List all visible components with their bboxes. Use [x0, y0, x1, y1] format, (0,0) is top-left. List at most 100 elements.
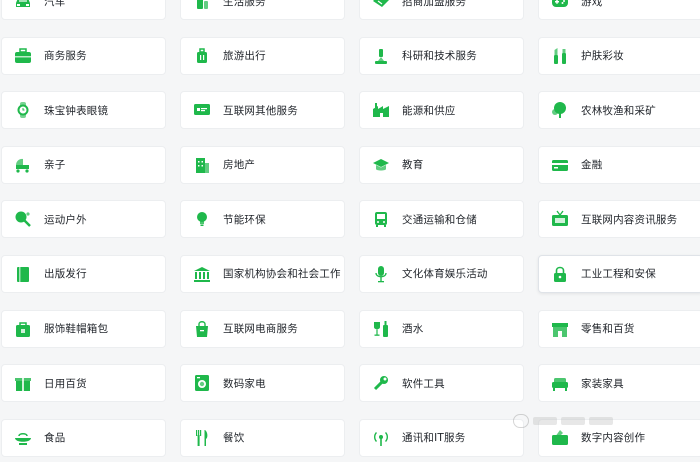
category-card-shopping-bag[interactable]: 互联网电商服务	[180, 309, 345, 348]
category-card-gamepad[interactable]: 游戏	[538, 0, 700, 20]
category-label: 生活服务	[223, 0, 266, 8]
category-label: 商务服务	[44, 50, 87, 63]
category-label: 国家机构协会和社会工作	[223, 268, 341, 281]
category-card-sofa[interactable]: 家装家具	[538, 364, 700, 403]
category-card-wrench[interactable]: 软件工具	[359, 364, 524, 403]
graduation-cap-icon	[372, 156, 390, 174]
category-card-lightbulb[interactable]: 节能环保	[180, 200, 345, 239]
category-card-lock[interactable]: 工业工程和安保	[538, 254, 700, 293]
category-label: 数字内容创作	[581, 432, 646, 445]
gift-icon	[14, 374, 32, 392]
category-card-store[interactable]: 零售和百货	[538, 309, 700, 348]
category-label: 互联网内容资讯服务	[581, 213, 678, 226]
food-bowl-icon	[14, 429, 32, 447]
factory-icon	[372, 101, 390, 119]
category-label: 科研和技术服务	[402, 50, 477, 63]
watch-icon	[14, 101, 32, 119]
monitor-icon	[193, 101, 211, 119]
category-card-washing-machine[interactable]: 数码家电	[180, 364, 345, 403]
category-card-luggage[interactable]: 旅游出行	[180, 36, 345, 75]
category-label: 旅游出行	[223, 50, 266, 63]
category-label: 护肤彩妆	[581, 50, 624, 63]
building-icon	[193, 156, 211, 174]
category-label: 教育	[402, 159, 424, 172]
category-card-tv[interactable]: 互联网内容资讯服务	[538, 200, 700, 239]
category-label: 数码家电	[223, 377, 266, 390]
antenna-icon	[372, 429, 390, 447]
category-card-stroller[interactable]: 亲子	[1, 145, 166, 184]
category-card-bus[interactable]: 交通运输和仓储	[359, 200, 524, 239]
gamepad-icon	[551, 0, 569, 10]
category-card-ping-pong[interactable]: 运动户外	[1, 200, 166, 239]
bus-icon	[372, 210, 390, 228]
tv-icon	[551, 210, 569, 228]
category-card-car[interactable]: 汽车	[1, 0, 166, 20]
washing-machine-icon	[193, 374, 211, 392]
category-label: 食品	[44, 432, 66, 445]
category-card-antenna[interactable]: 通讯和IT服务	[359, 418, 524, 457]
utensils-icon	[193, 429, 211, 447]
government-building-icon	[193, 265, 211, 283]
book-icon	[14, 265, 32, 283]
category-card-briefcase[interactable]: 商务服务	[1, 36, 166, 75]
category-card-credit-card[interactable]: 金融	[538, 145, 700, 184]
category-label: 房地产	[223, 159, 256, 172]
luggage-icon	[193, 47, 211, 65]
category-card-watch[interactable]: 珠宝钟表眼镜	[1, 91, 166, 130]
category-label: 珠宝钟表眼镜	[44, 104, 109, 117]
category-card-wine[interactable]: 酒水	[359, 309, 524, 348]
category-grid: 汽车 生活服务 招商加盟服务 游戏 商务服务 旅游出行 科研和技术服务 护肤彩妆 珠宝钟表眼镜互…	[0, 0, 700, 457]
wine-icon	[372, 320, 390, 338]
category-card-monitor[interactable]: 互联网其他服务	[180, 91, 345, 130]
category-label: 家装家具	[581, 377, 624, 390]
category-card-microscope[interactable]: 科研和技术服务	[359, 36, 524, 75]
wechat-icon	[513, 414, 529, 428]
category-label: 金融	[581, 159, 603, 172]
wrench-icon	[372, 374, 390, 392]
category-card-handshake[interactable]: 招商加盟服务	[359, 0, 524, 20]
lipstick-icon	[551, 47, 569, 65]
category-card-gift[interactable]: 日用百货	[1, 364, 166, 403]
category-card-food-bowl[interactable]: 食品	[1, 418, 166, 457]
bottle-icon	[193, 0, 211, 10]
category-label: 能源和供应	[402, 104, 456, 117]
microphone-icon	[372, 265, 390, 283]
microscope-icon	[372, 47, 390, 65]
category-label: 工业工程和安保	[581, 268, 656, 281]
category-label: 互联网其他服务	[223, 104, 298, 117]
pen-tablet-icon	[551, 429, 569, 447]
category-label: 零售和百货	[581, 323, 635, 336]
handshake-icon	[372, 0, 390, 10]
category-page: 汽车 生活服务 招商加盟服务 游戏 商务服务 旅游出行 科研和技术服务 护肤彩妆 珠宝钟表眼镜互…	[0, 0, 700, 462]
category-label: 出版发行	[44, 268, 87, 281]
category-label: 亲子	[44, 159, 66, 172]
category-label: 软件工具	[402, 377, 445, 390]
category-card-utensils[interactable]: 餐饮	[180, 418, 345, 457]
sofa-icon	[551, 374, 569, 392]
category-card-bag[interactable]: 服饰鞋帽箱包	[1, 309, 166, 348]
category-label: 招商加盟服务	[402, 0, 467, 8]
category-label: 日用百货	[44, 377, 87, 390]
category-label: 互联网电商服务	[223, 323, 298, 336]
car-icon	[14, 0, 32, 10]
category-card-lipstick[interactable]: 护肤彩妆	[538, 36, 700, 75]
category-label: 通讯和IT服务	[402, 432, 466, 445]
category-label: 节能环保	[223, 213, 266, 226]
category-label: 服饰鞋帽箱包	[44, 323, 109, 336]
credit-card-icon	[551, 156, 569, 174]
category-label: 游戏	[581, 0, 603, 8]
category-card-book[interactable]: 出版发行	[1, 254, 166, 293]
category-label: 农林牧渔和采矿	[581, 104, 656, 117]
bag-icon	[14, 320, 32, 338]
store-icon	[551, 320, 569, 338]
category-card-tree[interactable]: 农林牧渔和采矿	[538, 91, 700, 130]
category-card-factory[interactable]: 能源和供应	[359, 91, 524, 130]
category-card-graduation-cap[interactable]: 教育	[359, 145, 524, 184]
category-card-microphone[interactable]: 文化体育娱乐活动	[359, 254, 524, 293]
ping-pong-icon	[14, 210, 32, 228]
category-card-government-building[interactable]: 国家机构协会和社会工作	[180, 254, 345, 293]
category-card-building[interactable]: 房地产	[180, 145, 345, 184]
category-label: 餐饮	[223, 432, 245, 445]
stroller-icon	[14, 156, 32, 174]
category-card-bottle[interactable]: 生活服务	[180, 0, 345, 20]
